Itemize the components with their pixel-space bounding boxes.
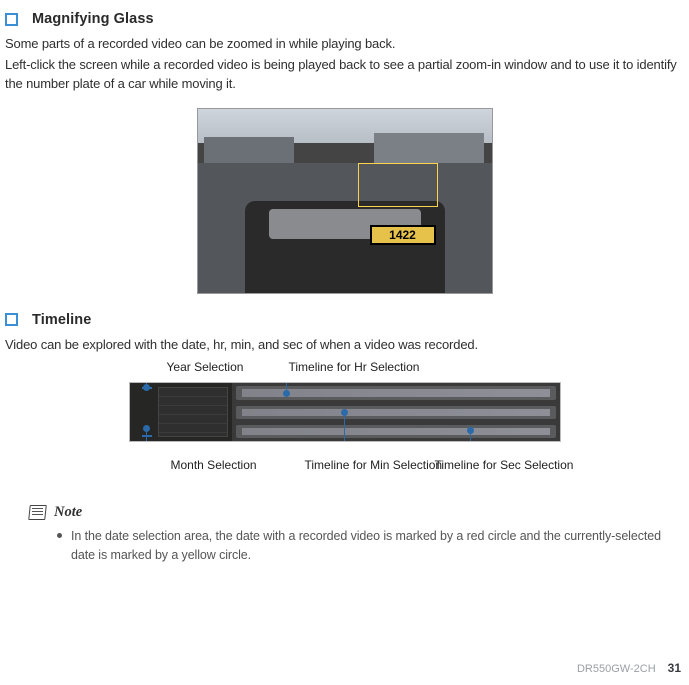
magnifying-para-2: Left-click the screen while a recorded v… bbox=[5, 56, 684, 94]
magnifying-para-1: Some parts of a recorded video can be zo… bbox=[5, 35, 684, 54]
note-header: Note bbox=[29, 504, 684, 521]
timeline-diagram: Year Selection Timeline for Hr Selection… bbox=[5, 360, 684, 484]
note-icon bbox=[29, 505, 46, 520]
zoom-box-icon bbox=[358, 163, 438, 207]
section-header-timeline: Timeline bbox=[5, 312, 684, 328]
callout-line-sec bbox=[470, 431, 472, 442]
calendar-grid-icon bbox=[158, 387, 228, 437]
body-timeline: Video can be explored with the date, hr,… bbox=[5, 336, 684, 355]
note-title: Note bbox=[54, 504, 82, 521]
note-list: In the date selection area, the date wit… bbox=[29, 527, 684, 563]
timeline-labels-top: Year Selection Timeline for Hr Selection bbox=[129, 360, 561, 382]
section-title-magnifying: Magnifying Glass bbox=[32, 11, 154, 27]
number-plate: 1422 bbox=[370, 225, 436, 245]
screenshot-car bbox=[245, 201, 445, 293]
screenshot-buildings bbox=[198, 131, 492, 167]
callout-dot-icon bbox=[143, 425, 150, 432]
callout-dot-icon bbox=[341, 409, 348, 416]
callout-line-year bbox=[146, 382, 148, 387]
screenshot-container: 1422 bbox=[5, 108, 684, 294]
page-footer: DR550GW-2CH 31 bbox=[577, 661, 681, 675]
video-screenshot: 1422 bbox=[197, 108, 493, 294]
callout-line-hr bbox=[286, 382, 288, 393]
timeline-screenshot bbox=[129, 382, 561, 442]
label-month-selection: Month Selection bbox=[171, 458, 257, 472]
label-year-selection: Year Selection bbox=[167, 360, 244, 374]
timeline-bar-min bbox=[236, 406, 556, 419]
label-hr-selection: Timeline for Hr Selection bbox=[289, 360, 420, 374]
timeline-bar-sec bbox=[236, 425, 556, 438]
note-item: In the date selection area, the date wit… bbox=[57, 527, 684, 563]
callout-dot-icon bbox=[467, 427, 474, 434]
section-title-timeline: Timeline bbox=[32, 312, 91, 328]
footer-model: DR550GW-2CH bbox=[577, 663, 656, 675]
callout-line-min bbox=[344, 413, 346, 442]
section-header-magnifying: Magnifying Glass bbox=[5, 11, 684, 27]
timeline-labels-bottom: Month Selection Timeline for Min Selecti… bbox=[129, 450, 561, 484]
square-bullet-icon bbox=[5, 313, 18, 326]
square-bullet-icon bbox=[5, 13, 18, 26]
callout-line-month bbox=[146, 429, 148, 442]
label-min-selection: Timeline for Min Selection bbox=[305, 458, 415, 472]
timeline-bars bbox=[232, 383, 560, 441]
body-magnifying: Some parts of a recorded video can be zo… bbox=[5, 35, 684, 94]
label-sec-selection: Timeline for Sec Selection bbox=[435, 458, 545, 472]
callout-dot-icon bbox=[283, 390, 290, 397]
callout-dot-icon bbox=[143, 384, 150, 391]
note-block: Note In the date selection area, the dat… bbox=[29, 504, 684, 563]
footer-page-number: 31 bbox=[668, 661, 681, 675]
timeline-intro: Video can be explored with the date, hr,… bbox=[5, 336, 684, 355]
